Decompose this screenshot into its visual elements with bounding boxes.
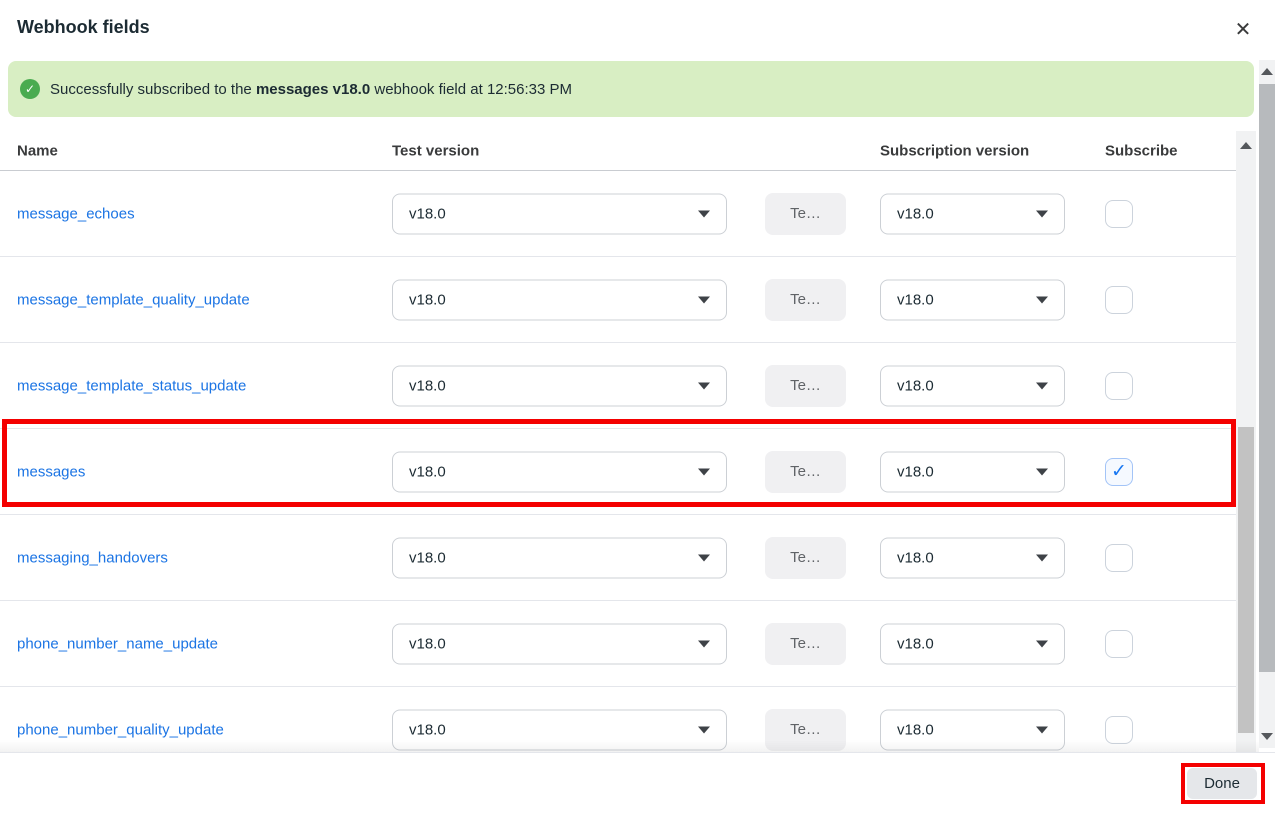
dialog-scrollbar[interactable] xyxy=(1259,60,1275,748)
chevron-down-icon xyxy=(698,468,710,475)
banner-text-suffix: webhook field at 12:56:33 PM xyxy=(370,81,572,98)
column-header-test-version: Test version xyxy=(392,142,479,159)
subscription-version-value: v18.0 xyxy=(897,463,1028,480)
table-scrollbar-thumb[interactable] xyxy=(1238,427,1254,733)
webhook-fields-dialog: Webhook fields ✕ ✓ Successfully subscrib… xyxy=(0,0,1275,814)
chevron-down-icon xyxy=(1036,210,1048,217)
subscription-version-dropdown[interactable]: v18.0 xyxy=(880,279,1065,320)
subscription-version-value: v18.0 xyxy=(897,291,1028,308)
subscribe-checkbox[interactable] xyxy=(1105,630,1133,658)
chevron-down-icon xyxy=(1036,640,1048,647)
column-header-subscribe: Subscribe xyxy=(1105,142,1178,159)
test-button[interactable]: Te… xyxy=(765,193,846,235)
subscribe-checkbox-checked[interactable]: ✓ xyxy=(1105,458,1133,486)
chevron-down-icon xyxy=(698,726,710,733)
test-version-value: v18.0 xyxy=(409,635,690,652)
field-name-link[interactable]: messaging_handovers xyxy=(17,549,168,566)
test-button[interactable]: Te… xyxy=(765,279,846,321)
test-button[interactable]: Te… xyxy=(765,365,846,407)
success-check-icon: ✓ xyxy=(20,79,40,99)
test-version-value: v18.0 xyxy=(409,549,690,566)
subscription-version-dropdown[interactable]: v18.0 xyxy=(880,365,1065,406)
table-row: phone_number_name_update v18.0 Te… v18.0 xyxy=(0,601,1236,687)
success-banner: ✓ Successfully subscribed to the message… xyxy=(8,61,1254,117)
chevron-down-icon xyxy=(1036,554,1048,561)
chevron-down-icon xyxy=(698,554,710,561)
subscribe-checkbox[interactable] xyxy=(1105,200,1133,228)
dialog-title: Webhook fields xyxy=(17,17,150,38)
success-banner-text: Successfully subscribed to the messages … xyxy=(50,81,572,98)
subscription-version-value: v18.0 xyxy=(897,377,1028,394)
table-row: phone_number_quality_update v18.0 Te… v1… xyxy=(0,687,1236,752)
chevron-down-icon xyxy=(698,640,710,647)
webhook-fields-table: Name Test version Subscription version S… xyxy=(0,131,1236,752)
test-version-value: v18.0 xyxy=(409,721,690,738)
table-header-row: Name Test version Subscription version S… xyxy=(0,131,1236,171)
field-name-link[interactable]: message_echoes xyxy=(17,205,135,222)
scroll-up-icon[interactable] xyxy=(1261,68,1273,75)
table-row: messaging_handovers v18.0 Te… v18.0 xyxy=(0,515,1236,601)
field-name-link[interactable]: message_template_quality_update xyxy=(17,291,250,308)
subscription-version-value: v18.0 xyxy=(897,635,1028,652)
test-version-dropdown[interactable]: v18.0 xyxy=(392,193,727,234)
field-name-link[interactable]: phone_number_quality_update xyxy=(17,721,224,738)
subscription-version-dropdown[interactable]: v18.0 xyxy=(880,623,1065,664)
done-button[interactable]: Done xyxy=(1187,768,1257,799)
scroll-down-icon[interactable] xyxy=(1261,733,1273,740)
test-version-value: v18.0 xyxy=(409,205,690,222)
table-scrollbar[interactable] xyxy=(1236,131,1256,752)
test-version-dropdown[interactable]: v18.0 xyxy=(392,709,727,750)
subscription-version-value: v18.0 xyxy=(897,721,1028,738)
table-row: message_template_quality_update v18.0 Te… xyxy=(0,257,1236,343)
field-name-link[interactable]: phone_number_name_update xyxy=(17,635,218,652)
test-version-dropdown[interactable]: v18.0 xyxy=(392,537,727,578)
field-name-link[interactable]: messages xyxy=(17,463,85,480)
test-version-value: v18.0 xyxy=(409,463,690,480)
check-icon: ✓ xyxy=(1111,462,1127,481)
subscription-version-value: v18.0 xyxy=(897,549,1028,566)
subscribe-checkbox[interactable] xyxy=(1105,372,1133,400)
test-version-dropdown[interactable]: v18.0 xyxy=(392,451,727,492)
chevron-down-icon xyxy=(1036,726,1048,733)
dialog-scrollbar-thumb[interactable] xyxy=(1259,84,1275,672)
test-version-dropdown[interactable]: v18.0 xyxy=(392,365,727,406)
subscription-version-dropdown[interactable]: v18.0 xyxy=(880,451,1065,492)
test-button[interactable]: Te… xyxy=(765,709,846,751)
chevron-down-icon xyxy=(1036,296,1048,303)
subscribe-checkbox[interactable] xyxy=(1105,286,1133,314)
table-row: message_template_status_update v18.0 Te…… xyxy=(0,343,1236,429)
chevron-down-icon xyxy=(698,382,710,389)
test-button[interactable]: Te… xyxy=(765,537,846,579)
chevron-down-icon xyxy=(1036,382,1048,389)
subscription-version-value: v18.0 xyxy=(897,205,1028,222)
chevron-down-icon xyxy=(1036,468,1048,475)
chevron-down-icon xyxy=(698,296,710,303)
footer-divider xyxy=(0,752,1275,753)
column-header-subscription-version: Subscription version xyxy=(880,142,1029,159)
column-header-name: Name xyxy=(17,142,58,159)
subscribe-checkbox[interactable] xyxy=(1105,544,1133,572)
table-row-messages: messages v18.0 Te… v18.0 ✓ xyxy=(0,429,1236,515)
subscription-version-dropdown[interactable]: v18.0 xyxy=(880,537,1065,578)
chevron-down-icon xyxy=(698,210,710,217)
banner-text-prefix: Successfully subscribed to the xyxy=(50,81,256,98)
table-row: message_echoes v18.0 Te… v18.0 xyxy=(0,171,1236,257)
scroll-up-icon[interactable] xyxy=(1240,142,1252,149)
close-icon[interactable]: ✕ xyxy=(1229,15,1257,43)
banner-text-highlight: messages v18.0 xyxy=(256,81,370,98)
subscription-version-dropdown[interactable]: v18.0 xyxy=(880,193,1065,234)
test-version-value: v18.0 xyxy=(409,377,690,394)
test-button[interactable]: Te… xyxy=(765,451,846,493)
field-name-link[interactable]: message_template_status_update xyxy=(17,377,246,394)
test-button[interactable]: Te… xyxy=(765,623,846,665)
test-version-dropdown[interactable]: v18.0 xyxy=(392,623,727,664)
subscribe-checkbox[interactable] xyxy=(1105,716,1133,744)
test-version-value: v18.0 xyxy=(409,291,690,308)
subscription-version-dropdown[interactable]: v18.0 xyxy=(880,709,1065,750)
test-version-dropdown[interactable]: v18.0 xyxy=(392,279,727,320)
